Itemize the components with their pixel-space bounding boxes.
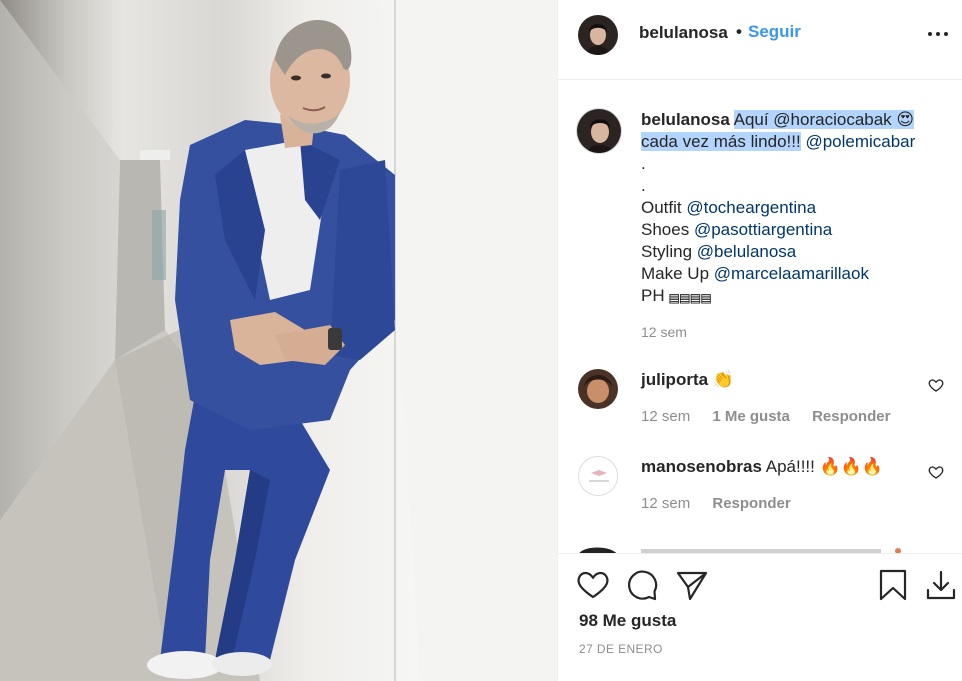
- comment-username[interactable]: juliporta: [641, 370, 708, 389]
- comment-time[interactable]: 12 sem: [641, 495, 690, 512]
- commenter-avatar[interactable]: [578, 456, 618, 496]
- more-options-icon[interactable]: [928, 24, 954, 44]
- instagram-post: belulanosa • Seguir belulanosa Aquí @hor…: [0, 0, 962, 681]
- caption-timestamp[interactable]: 12 sem: [641, 324, 687, 340]
- save-icon[interactable]: [876, 568, 910, 602]
- comment-meta: 12 sem Responder: [641, 495, 809, 512]
- share-icon[interactable]: [675, 568, 709, 602]
- caption-highlighted-line2: cada vez más lindo!!!: [641, 132, 801, 151]
- avatar-image: [578, 369, 618, 409]
- ph-icons: ▤▤▤▤: [669, 288, 712, 307]
- header-separator: •: [736, 22, 742, 41]
- reply-button[interactable]: Responder: [712, 495, 790, 512]
- comment-item: juliporta 👏 12 sem 1 Me gusta Responder: [558, 369, 962, 449]
- comments-scroll-area[interactable]: belulanosa Aquí @horaciocabak 😍 cada vez…: [558, 81, 962, 553]
- post-photo[interactable]: [0, 0, 557, 681]
- caption-author-avatar[interactable]: [576, 108, 622, 154]
- comment-text: juliporta 👏: [641, 369, 734, 391]
- likes-count[interactable]: 98 Me gusta: [579, 611, 676, 631]
- caption-outfit-label: Outfit: [641, 198, 682, 217]
- caption-makeup-label: Make Up: [641, 264, 710, 283]
- avatar-image: [578, 15, 618, 55]
- caption-styling-label: Styling: [641, 242, 693, 261]
- comment-meta: 12 sem 1 Me gusta Responder: [641, 408, 908, 425]
- comment-body: Apá!!!! 🔥🔥🔥: [765, 457, 884, 476]
- comment-time[interactable]: 12 sem: [641, 408, 690, 425]
- comment-heart-icon[interactable]: [928, 464, 944, 480]
- mention-belulanosa[interactable]: @belulanosa: [697, 242, 797, 261]
- caption-text: belulanosa Aquí @horaciocabak 😍 cada vez…: [641, 109, 951, 309]
- comment-item: manosenobras Apá!!!! 🔥🔥🔥 12 sem Responde…: [558, 456, 962, 536]
- comment-text: manosenobras Apá!!!! 🔥🔥🔥: [641, 456, 883, 478]
- mention-tocheargentina[interactable]: @tocheargentina: [686, 198, 816, 217]
- comment-icon[interactable]: [625, 568, 659, 602]
- author-username[interactable]: belulanosa: [639, 23, 728, 43]
- mention-pasottiargentina[interactable]: @pasottiargentina: [694, 220, 832, 239]
- comment-username[interactable]: manosenobras: [641, 457, 762, 476]
- comment-heart-icon[interactable]: [928, 377, 944, 393]
- caption-highlighted-line1: Aquí @horaciocabak 😍: [733, 110, 915, 129]
- mention-polemicabar[interactable]: @polemicabar: [805, 132, 915, 151]
- post-date[interactable]: 27 DE ENERO: [579, 642, 663, 656]
- reply-button[interactable]: Responder: [812, 408, 890, 425]
- caption-ph-label: PH: [641, 286, 665, 305]
- comment-likes[interactable]: 1 Me gusta: [712, 408, 790, 425]
- post-side-panel: belulanosa • Seguir belulanosa Aquí @hor…: [557, 0, 962, 681]
- download-icon[interactable]: [924, 568, 958, 602]
- heart-icon[interactable]: [576, 568, 610, 602]
- caption-dot: .: [641, 154, 646, 173]
- caption-dot: .: [641, 176, 646, 195]
- avatar-image: [579, 457, 617, 495]
- follow-button[interactable]: Seguir: [748, 22, 801, 42]
- comment-body: 👏: [712, 370, 734, 389]
- commenter-avatar[interactable]: [578, 369, 618, 409]
- photo-illustration: [0, 0, 557, 681]
- avatar-image: [577, 109, 621, 153]
- post-actions: 98 Me gusta 27 DE ENERO: [558, 553, 962, 681]
- mention-marcelaamarillaok[interactable]: @marcelaamarillaok: [714, 264, 869, 283]
- caption-username[interactable]: belulanosa: [641, 110, 730, 129]
- post-header: belulanosa • Seguir: [558, 0, 962, 80]
- next-comment-peek: [579, 547, 901, 553]
- author-avatar[interactable]: [578, 15, 618, 55]
- caption-shoes-label: Shoes: [641, 220, 690, 239]
